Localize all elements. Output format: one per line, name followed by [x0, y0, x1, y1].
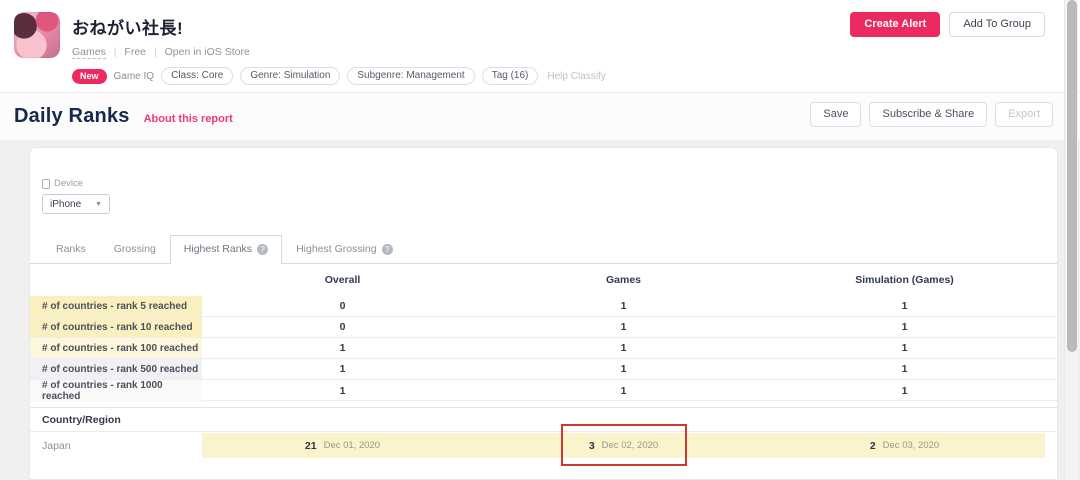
device-dropdown[interactable]: iPhone ▼ — [42, 194, 110, 214]
new-badge: New — [72, 69, 107, 84]
tab-label: Grossing — [114, 243, 156, 255]
app-breadcrumb: Games | Free | Open in iOS Store — [72, 46, 606, 58]
device-label-text: Device — [54, 178, 83, 189]
tab-label: Highest Ranks — [184, 243, 252, 255]
highest-ranks-table: Overall Games Simulation (Games) # of co… — [30, 264, 1057, 458]
rank-value: 3 — [589, 440, 595, 452]
column-header-overall: Overall — [202, 274, 483, 286]
country-region-section-label: Country/Region — [30, 407, 1057, 432]
cell-value: 1 — [202, 380, 483, 402]
pill-tag-count[interactable]: Tag (16) — [482, 67, 539, 85]
page: おねがい社長! Games | Free | Open in iOS Store… — [0, 0, 1080, 480]
table-row: # of countries - rank 10 reached 0 1 1 — [30, 317, 1057, 338]
rank-value: 21 — [305, 440, 317, 452]
app-header: おねがい社長! Games | Free | Open in iOS Store… — [0, 0, 1080, 93]
report-actions: Save Subscribe & Share Export — [810, 102, 1053, 127]
help-classify-link[interactable]: Help Classify — [547, 71, 605, 82]
breadcrumb-separator: | — [154, 46, 157, 58]
column-header-games: Games — [483, 274, 764, 286]
country-label: Japan — [30, 433, 202, 458]
cell-value: 0 — [202, 296, 483, 316]
add-to-group-button[interactable]: Add To Group — [949, 12, 1045, 37]
cell-value: 1 — [202, 338, 483, 358]
cell-value: 1 — [483, 296, 764, 316]
open-ios-store-link[interactable]: Open in iOS Store — [165, 46, 250, 58]
column-header-simulation: Simulation (Games) — [764, 274, 1045, 286]
tab-ranks[interactable]: Ranks — [42, 235, 100, 263]
scrollbar-thumb[interactable] — [1067, 0, 1077, 352]
cell-value: 1 — [764, 296, 1045, 316]
cell-value: 0 — [202, 317, 483, 337]
cell-value: 1 — [764, 317, 1045, 337]
create-alert-button[interactable]: Create Alert — [850, 12, 940, 37]
row-label: # of countries - rank 10 reached — [30, 317, 202, 337]
app-title: おねがい社長! — [72, 14, 606, 39]
subscribe-share-button[interactable]: Subscribe & Share — [869, 102, 987, 127]
cell-value: 1 — [483, 359, 764, 379]
app-icon — [14, 12, 60, 58]
device-icon — [42, 179, 50, 189]
content-area: Device iPhone ▼ Ranks Grossing Highest R… — [0, 140, 1080, 479]
table-row: # of countries - rank 1000 reached 1 1 1 — [30, 380, 1057, 401]
rank-date: Dec 01, 2020 — [324, 440, 381, 451]
header-actions: Create Alert Add To Group — [850, 12, 1045, 37]
row-label: # of countries - rank 100 reached — [30, 338, 202, 358]
app-info: おねがい社長! Games | Free | Open in iOS Store… — [72, 10, 606, 92]
pill-class[interactable]: Class: Core — [161, 67, 233, 85]
tags-row: New Game IQ Class: Core Genre: Simulatio… — [72, 67, 606, 85]
price-label: Free — [124, 46, 146, 58]
table-row: # of countries - rank 500 reached 1 1 1 — [30, 359, 1057, 380]
help-icon[interactable]: ? — [257, 244, 268, 255]
report-bar: Daily Ranks About this report Save Subsc… — [0, 93, 1080, 140]
table-row: # of countries - rank 100 reached 1 1 1 — [30, 338, 1057, 359]
row-label: # of countries - rank 5 reached — [30, 296, 202, 316]
cell-value: 1 — [764, 359, 1045, 379]
tab-label: Ranks — [56, 243, 86, 255]
breadcrumb-separator: | — [114, 46, 117, 58]
chevron-down-icon: ▼ — [95, 201, 102, 208]
cell-value: 1 — [483, 338, 764, 358]
scrollbar-track[interactable] — [1064, 0, 1078, 480]
tab-label: Highest Grossing — [296, 243, 377, 255]
table-row: # of countries - rank 5 reached 0 1 1 — [30, 296, 1057, 317]
page-title: Daily Ranks — [14, 105, 130, 128]
game-iq-label: Game IQ — [114, 71, 155, 82]
help-icon[interactable]: ? — [382, 244, 393, 255]
rank-cell-dec01: 21 Dec 01, 2020 — [202, 433, 483, 458]
pill-genre[interactable]: Genre: Simulation — [240, 67, 340, 85]
cell-value: 1 — [202, 359, 483, 379]
tab-grossing[interactable]: Grossing — [100, 235, 170, 263]
tab-highest-ranks[interactable]: Highest Ranks ? — [170, 235, 282, 264]
cell-value: 1 — [764, 338, 1045, 358]
tab-highest-grossing[interactable]: Highest Grossing ? — [282, 235, 407, 263]
rank-date: Dec 03, 2020 — [883, 440, 940, 451]
rank-cell-dec02: 3 Dec 02, 2020 — [483, 433, 764, 458]
tabs-row: Ranks Grossing Highest Ranks ? Highest G… — [30, 235, 1057, 264]
country-row-japan: Japan 21 Dec 01, 2020 3 Dec 02, 2020 2 D… — [30, 433, 1057, 458]
table-header-row: Overall Games Simulation (Games) — [30, 264, 1057, 296]
device-filter: Device iPhone ▼ — [42, 178, 1057, 214]
device-label: Device — [42, 178, 1057, 189]
row-label: # of countries - rank 1000 reached — [30, 380, 202, 402]
device-dropdown-value: iPhone — [50, 199, 81, 210]
rank-date: Dec 02, 2020 — [602, 440, 659, 451]
save-button[interactable]: Save — [810, 102, 861, 127]
rank-cell-dec03: 2 Dec 03, 2020 — [764, 433, 1045, 458]
cell-value: 1 — [764, 380, 1045, 402]
rank-value: 2 — [870, 440, 876, 452]
cell-value: 1 — [483, 317, 764, 337]
export-button[interactable]: Export — [995, 102, 1053, 127]
pill-subgenre[interactable]: Subgenre: Management — [347, 67, 474, 85]
row-label: # of countries - rank 500 reached — [30, 359, 202, 379]
about-report-link[interactable]: About this report — [144, 113, 233, 125]
category-link[interactable]: Games — [72, 46, 106, 59]
cell-value: 1 — [483, 380, 764, 402]
report-card: Device iPhone ▼ Ranks Grossing Highest R… — [30, 148, 1057, 479]
